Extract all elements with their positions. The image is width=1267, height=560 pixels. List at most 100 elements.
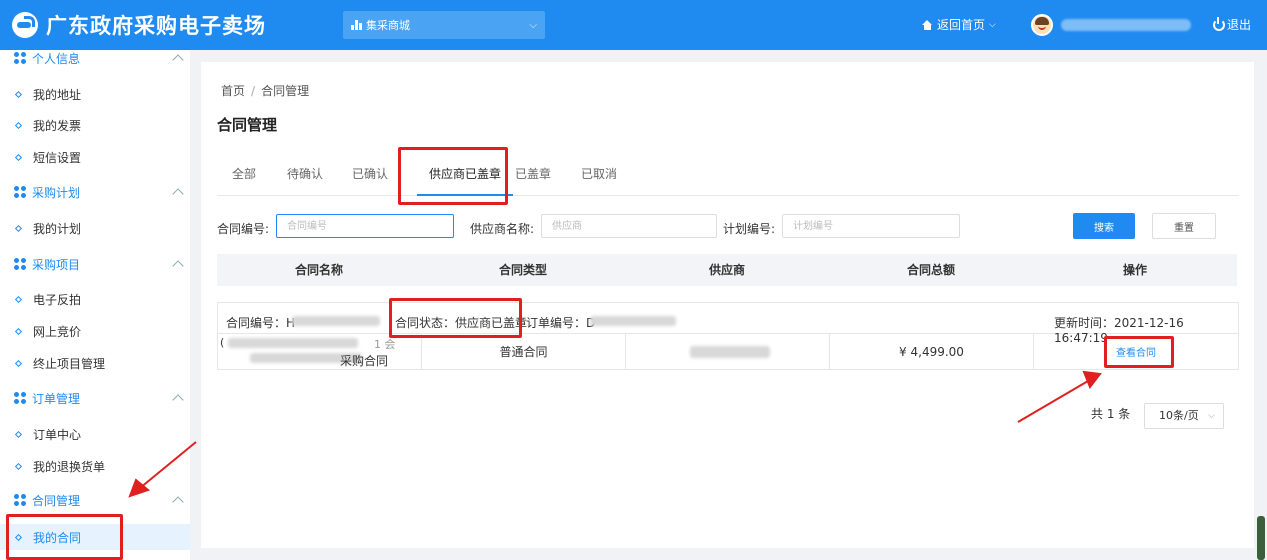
- diamond-icon: [14, 295, 23, 303]
- supplier-cell: [626, 334, 830, 370]
- diamond-icon: [14, 224, 23, 232]
- user-name-redacted[interactable]: [1061, 19, 1191, 31]
- menu-group-personal-info[interactable]: 个人信息: [0, 50, 190, 71]
- column-header-contract-type: 合同类型: [498, 263, 547, 277]
- status-tabs: 全部 待确认 已确认 供应商已盖章 已盖章 已取消: [217, 160, 1239, 196]
- contract-no-text: 合同编号：H: [226, 316, 296, 330]
- sidebar-item-my-invoice[interactable]: 我的发票: [0, 112, 190, 138]
- breadcrumb-current: 合同管理: [261, 84, 310, 98]
- breadcrumb: 首页 / 合同管理: [221, 82, 309, 99]
- plan-no-label: 计划编号:: [723, 222, 776, 236]
- table-header: 合同名称 合同类型 供应商 合同总额 操作: [217, 254, 1237, 286]
- contract-row: 合同编号：H 合同状态：供应商已盖章 订单编号：D 更新时间：2021-12-1…: [217, 302, 1239, 370]
- sidebar-item-reverse-auction[interactable]: 电子反拍: [0, 286, 190, 312]
- column-header-supplier: 供应商: [708, 263, 745, 277]
- breadcrumb-home[interactable]: 首页: [221, 84, 245, 98]
- sidebar-item-my-address[interactable]: 我的地址: [0, 81, 190, 107]
- tab-cancelled[interactable]: 已取消: [581, 160, 617, 196]
- contract-name-redacted: [228, 338, 358, 348]
- contract-no-label: 合同编号:: [217, 222, 270, 236]
- chevron-up-icon: [172, 260, 184, 272]
- menu-group-purchase-project[interactable]: 采购项目: [0, 251, 190, 277]
- sidebar: 个人信息 我的地址 我的发票 短信设置 采购计划 我的计划 采购项目 电子反拍 …: [0, 50, 190, 560]
- mall-select-value: 集采商城: [366, 19, 410, 32]
- contract-name-fragment: (: [220, 336, 225, 349]
- sidebar-item-label: 我的计划: [33, 221, 82, 236]
- contract-name-fragment: 采购合同: [340, 354, 389, 368]
- tab-pending-confirm[interactable]: 待确认: [287, 160, 323, 196]
- home-icon: [922, 19, 933, 30]
- diamond-icon: [14, 90, 23, 98]
- diamond-icon: [14, 121, 23, 129]
- logout-button[interactable]: 退出: [1213, 16, 1251, 33]
- reset-button[interactable]: 重置: [1152, 213, 1216, 239]
- contract-no-redacted: [292, 316, 380, 326]
- tab-all[interactable]: 全部: [232, 160, 256, 196]
- logo-icon: [12, 12, 38, 38]
- diamond-icon: [14, 359, 23, 367]
- column-header-actions: 操作: [1122, 263, 1147, 277]
- chevron-up-icon: [172, 54, 184, 66]
- tab-supplier-sealed[interactable]: 供应商已盖章: [417, 160, 514, 196]
- sidebar-item-terminated-projects[interactable]: 终止项目管理: [0, 350, 190, 376]
- sidebar-item-label: 短信设置: [33, 150, 82, 165]
- sidebar-item-label: 电子反拍: [33, 292, 82, 307]
- supplier-redacted: [690, 346, 770, 358]
- logout-label: 退出: [1227, 18, 1252, 32]
- contract-name-fragment: 1 会: [374, 338, 396, 351]
- menu-group-label: 采购计划: [32, 185, 81, 200]
- diamond-icon: [14, 327, 23, 335]
- chevron-down-icon: ⌵: [529, 19, 537, 31]
- menu-group-label: 合同管理: [32, 493, 81, 508]
- grid-icon: [14, 52, 26, 64]
- sidebar-item-label: 我的发票: [33, 118, 82, 133]
- sidebar-item-my-returns[interactable]: 我的退换货单: [0, 453, 190, 479]
- view-contract-link[interactable]: 查看合同: [1116, 348, 1156, 359]
- menu-group-label: 订单管理: [32, 391, 81, 406]
- site-name: 广东政府采购电子卖场: [46, 13, 266, 38]
- back-home-link[interactable]: 返回首页 ⌵: [922, 16, 996, 33]
- plan-no-input[interactable]: [782, 214, 960, 238]
- page-size-value: 10条/页: [1159, 409, 1199, 422]
- page-size-select[interactable]: 10条/页 ⌵: [1144, 403, 1224, 429]
- menu-group-order-management[interactable]: 订单管理: [0, 385, 190, 411]
- contract-type-cell: 普通合同: [422, 334, 626, 370]
- order-no-text: 订单编号：D: [526, 316, 596, 330]
- search-button[interactable]: 搜索: [1073, 213, 1135, 239]
- tab-sealed[interactable]: 已盖章: [515, 160, 551, 196]
- site-logo[interactable]: 广东政府采购电子卖场: [12, 10, 266, 40]
- page-title: 合同管理: [217, 116, 278, 134]
- mall-select[interactable]: 集采商城 ⌵: [343, 11, 545, 39]
- supplier-name-input[interactable]: [541, 214, 717, 238]
- menu-group-purchase-plan[interactable]: 采购计划: [0, 179, 190, 205]
- chevron-down-icon: ⌵: [989, 19, 996, 30]
- menu-group-label: 采购项目: [32, 257, 81, 272]
- sidebar-item-label: 网上竞价: [33, 324, 82, 339]
- column-header-contract-name: 合同名称: [294, 263, 343, 277]
- sidebar-item-label: 订单中心: [33, 427, 82, 442]
- sidebar-item-order-center[interactable]: 订单中心: [0, 421, 190, 447]
- sidebar-item-sms-settings[interactable]: 短信设置: [0, 144, 190, 170]
- sidebar-item-label: 终止项目管理: [33, 356, 106, 371]
- grid-icon: [14, 392, 26, 404]
- diamond-icon: [14, 430, 23, 438]
- order-no-redacted: [590, 316, 676, 326]
- sidebar-item-my-plan[interactable]: 我的计划: [0, 215, 190, 241]
- pagination-total: 共 1 条: [1091, 407, 1131, 421]
- avatar[interactable]: [1031, 14, 1053, 36]
- top-header: 广东政府采购电子卖场 集采商城 ⌵ 返回首页 ⌵ 退出: [0, 0, 1267, 50]
- grid-icon: [14, 258, 26, 270]
- menu-group-contract-management[interactable]: 合同管理: [0, 487, 190, 513]
- sidebar-item-online-bidding[interactable]: 网上竞价: [0, 318, 190, 344]
- contract-name-cell[interactable]: ( 1 会 采购合同: [218, 334, 422, 370]
- breadcrumb-separator: /: [251, 84, 256, 98]
- tab-confirmed[interactable]: 已确认: [352, 160, 388, 196]
- contract-status-text: 合同状态：供应商已盖章: [395, 316, 528, 330]
- menu-group-label: 个人信息: [32, 51, 81, 66]
- scrollbar-thumb[interactable]: [1257, 516, 1265, 560]
- amount-cell: ¥ 4,499.00: [830, 334, 1034, 370]
- sidebar-item-my-contracts[interactable]: 我的合同: [0, 524, 190, 550]
- contract-no-input[interactable]: [276, 214, 454, 238]
- contract-row-header: 合同编号：H 合同状态：供应商已盖章 订单编号：D 更新时间：2021-12-1…: [218, 303, 1238, 345]
- sidebar-item-label: 我的地址: [33, 87, 82, 102]
